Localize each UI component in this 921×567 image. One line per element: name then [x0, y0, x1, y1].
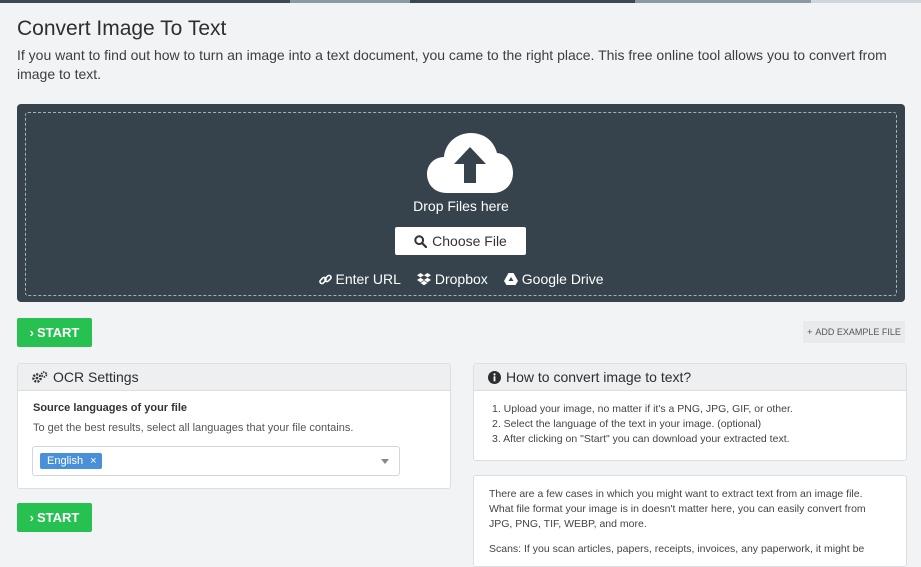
cloud-upload-icon — [427, 133, 513, 193]
dropbox-icon — [416, 272, 431, 285]
how-to-step: 3. After clicking on "Start" you can dow… — [492, 433, 790, 445]
gears-icon — [32, 370, 48, 383]
upload-sources: Enter URL Dropbox Google Drive — [26, 271, 896, 287]
start-label: START — [36, 510, 80, 525]
remove-language-icon[interactable]: × — [90, 455, 96, 467]
drop-files-label: Drop Files here — [413, 198, 509, 214]
how-to-header: How to convert image to text? — [474, 364, 906, 391]
choose-file-button[interactable]: Choose File — [395, 227, 526, 255]
how-to-step: 2. Select the language of the text in yo… — [492, 418, 762, 430]
how-to-panel: How to convert image to text? 1. Upload … — [473, 363, 907, 461]
topbar-segment — [635, 0, 811, 3]
choose-file-label: Choose File — [432, 233, 507, 249]
source-languages-label: Source languages of your file — [33, 402, 188, 414]
page-intro: If you want to find out how to turn an i… — [17, 47, 887, 82]
info-panel: There are a few cases in which you might… — [473, 475, 907, 567]
upload-dropzone[interactable]: Drop Files here Choose File Enter URL Dr… — [17, 104, 905, 302]
enter-url-label: Enter URL — [335, 271, 401, 287]
add-example-file-button[interactable]: + ADD EXAMPLE FILE — [803, 321, 905, 343]
top-progress-bar — [0, 0, 921, 3]
google-drive-link[interactable]: Google Drive — [503, 271, 604, 287]
topbar-segment — [0, 0, 290, 3]
ocr-settings-title: OCR Settings — [53, 369, 139, 385]
link-icon — [318, 274, 332, 284]
ocr-settings-header: OCR Settings — [18, 364, 450, 391]
language-chip: English × — [40, 453, 102, 469]
ocr-settings-panel: OCR Settings Source languages of your fi… — [17, 363, 451, 489]
how-to-steps: 1. Upload your image, no matter if it's … — [492, 402, 793, 447]
dropbox-link[interactable]: Dropbox — [416, 271, 488, 287]
source-languages-hint: To get the best results, select all lang… — [33, 422, 354, 434]
add-example-label: ADD EXAMPLE FILE — [815, 327, 901, 337]
start-button-top[interactable]: › START — [17, 318, 92, 347]
start-label: START — [36, 325, 80, 340]
google-drive-label: Google Drive — [521, 271, 604, 287]
plus-icon: + — [807, 327, 813, 337]
topbar-segment — [811, 0, 921, 3]
chevron-down-icon[interactable] — [381, 459, 389, 464]
topbar-segment — [290, 0, 410, 3]
how-to-step: 1. Upload your image, no matter if it's … — [492, 403, 793, 415]
how-to-title: How to convert image to text? — [506, 369, 692, 385]
dropzone-dashed-area[interactable]: Drop Files here Choose File Enter URL Dr… — [25, 112, 897, 296]
info-paragraph: There are a few cases in which you might… — [489, 488, 866, 530]
start-button-bottom[interactable]: › START — [17, 503, 92, 532]
dropbox-label: Dropbox — [434, 271, 488, 287]
enter-url-link[interactable]: Enter URL — [318, 271, 401, 287]
info-paragraph: Scans: If you scan articles, papers, rec… — [489, 543, 865, 555]
google-drive-icon — [503, 273, 518, 285]
chevron-right-icon: › — [29, 510, 34, 525]
chevron-right-icon: › — [29, 325, 34, 340]
language-chip-label: English — [47, 455, 84, 467]
language-select[interactable]: English × — [32, 446, 400, 476]
topbar-segment — [410, 0, 635, 3]
search-icon — [414, 234, 428, 248]
info-circle-icon — [488, 370, 501, 384]
page-title: Convert Image To Text — [17, 17, 227, 40]
